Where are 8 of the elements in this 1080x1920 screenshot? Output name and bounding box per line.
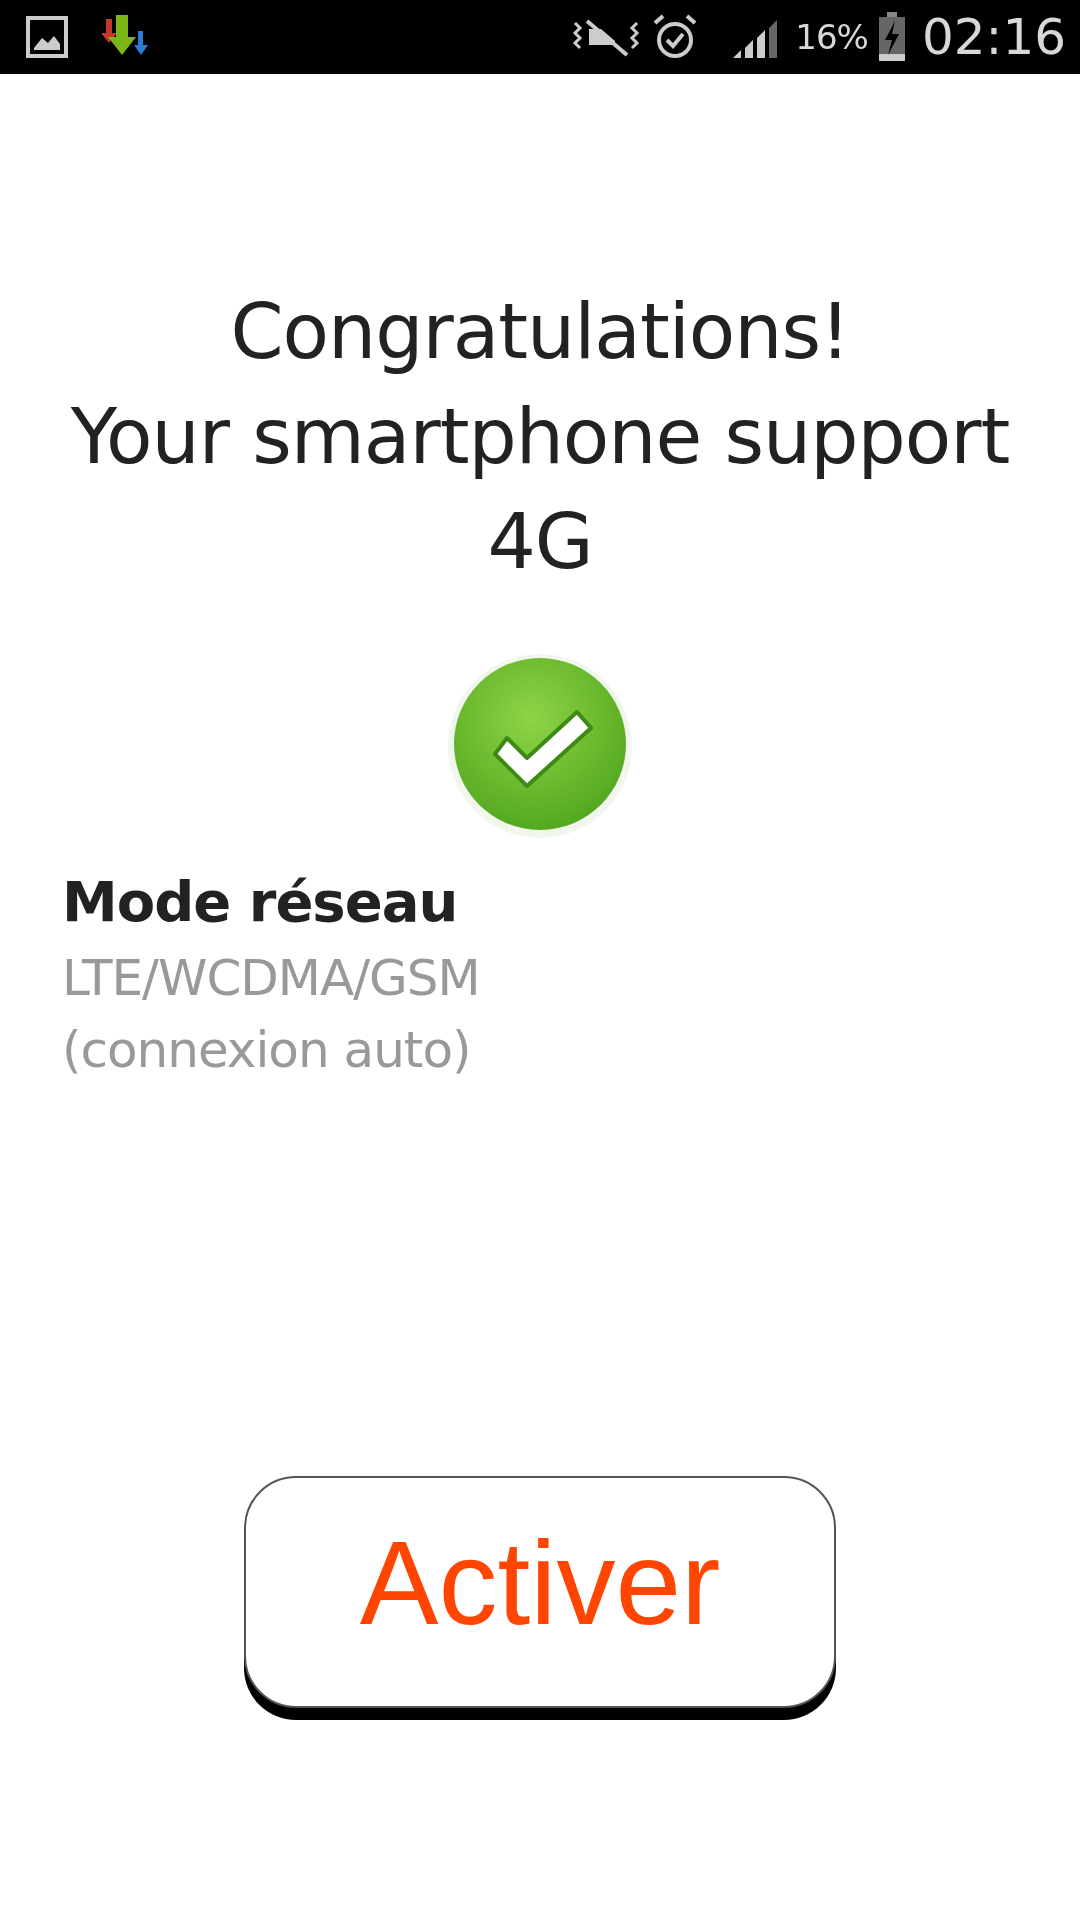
congratulations-heading: Congratulations! [230, 286, 850, 378]
network-mode-value: LTE/WCDMA/GSM (connexion auto) [62, 948, 481, 1081]
battery-percent: 16% [795, 17, 868, 57]
battery-charging-icon [877, 12, 906, 62]
network-mode-label: Mode réseau [62, 868, 458, 936]
image-icon [26, 16, 68, 58]
clock-time: 02:16 [921, 8, 1066, 66]
support-message: Your smartphone support 4G [69, 391, 1011, 588]
